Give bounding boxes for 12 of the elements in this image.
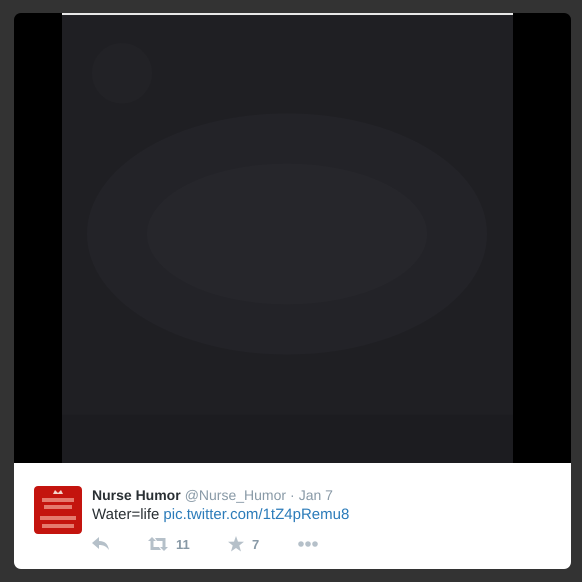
tweet-text: Water=life [92,505,160,525]
favorite-count: 7 [252,536,260,552]
retweet-icon[interactable] [148,537,168,551]
star-icon[interactable] [228,536,244,552]
author-name[interactable]: Nurse Humor [92,486,181,504]
more-icon[interactable] [298,541,318,547]
reply-icon[interactable] [92,537,110,551]
retweet-count: 11 [176,536,190,552]
author-handle[interactable]: @Nurse_Humor [184,486,286,504]
timestamp-link[interactable]: Jan 7 [298,486,333,504]
media-link[interactable]: pic.twitter.com/1tZ4pRemu8 [163,505,350,525]
separator-dot: · [290,486,295,504]
